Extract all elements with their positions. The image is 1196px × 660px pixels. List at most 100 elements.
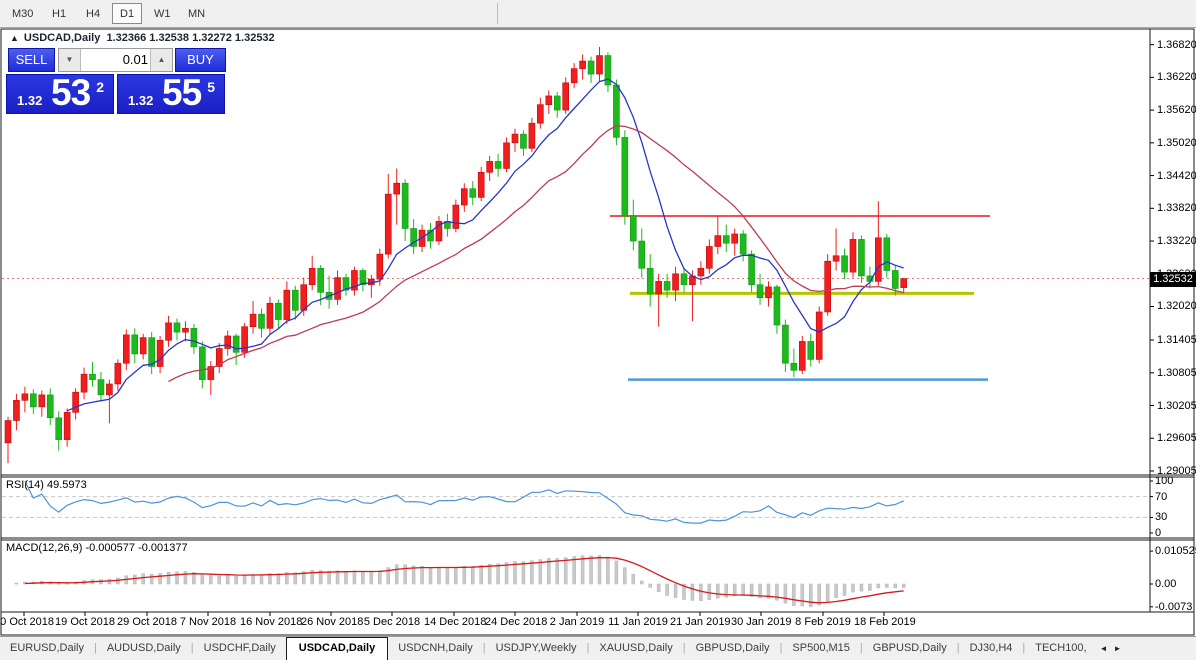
macd-histogram-bar	[842, 583, 847, 596]
date-axis-label: 14 Dec 2018	[424, 616, 487, 628]
candle-body	[663, 281, 671, 291]
macd-histogram-bar	[259, 574, 264, 585]
candle-body	[469, 188, 477, 198]
candle-body	[21, 393, 29, 401]
one-click-trade-panel: SELL ▼ 0.01 ▲ BUY 1.32 53 2 1.32 55 5	[6, 48, 228, 114]
price-axis-label: 1.33220	[1157, 235, 1196, 248]
trade-buttons-row: SELL ▼ 0.01 ▲ BUY	[6, 48, 228, 73]
macd-histogram-bar	[335, 570, 340, 585]
tab-eurusd-daily[interactable]: EURUSD,Daily	[0, 638, 94, 659]
candle-body	[790, 362, 798, 371]
sell-price-panel[interactable]: 1.32 53 2	[6, 72, 114, 114]
price-axis-label: 1.32020	[1157, 300, 1196, 313]
timeframe-button-h1[interactable]: H1	[44, 3, 74, 24]
tab-dj30-h4[interactable]: DJ30,H4	[960, 638, 1023, 659]
macd-histogram-bar	[234, 575, 238, 585]
candle-body	[30, 393, 37, 408]
tab-usdcnh-daily[interactable]: USDCNH,Daily	[388, 638, 483, 659]
volume-input[interactable]: 0.01	[83, 49, 148, 71]
candle-body	[596, 55, 603, 75]
candle-body	[190, 328, 198, 348]
candle-body	[477, 171, 485, 198]
candle-body	[520, 133, 527, 149]
tab-gbpusd-daily[interactable]: GBPUSD,Daily	[686, 638, 780, 659]
candle-body	[553, 95, 561, 111]
tab-scroll-left-icon[interactable]: ◄	[1097, 638, 1111, 659]
candle-body	[393, 182, 401, 195]
candle-body	[4, 420, 12, 444]
candle-body	[494, 161, 502, 169]
buy-price-panel[interactable]: 1.32 55 5	[117, 72, 225, 114]
candle-body	[46, 394, 54, 419]
macd-histogram-bar	[504, 562, 509, 585]
timeframe-button-w1[interactable]: W1	[146, 3, 179, 24]
rsi-line	[24, 480, 904, 524]
price-axis-label: 1.36820	[1157, 38, 1196, 51]
candle-body	[199, 346, 206, 380]
macd-histogram-bar	[166, 572, 171, 585]
candle-body	[114, 362, 122, 385]
candle-body	[613, 84, 620, 138]
macd-histogram-bar	[141, 573, 145, 585]
date-axis-label: 18 Feb 2019	[854, 616, 916, 628]
candle-body	[503, 142, 510, 169]
macd-histogram-bar	[851, 583, 855, 593]
macd-axis-label: 0.010525	[1155, 545, 1196, 558]
tab-usdcad-daily[interactable]: USDCAD,Daily	[285, 637, 389, 660]
buy-price-pip: 5	[207, 79, 215, 95]
candle-body	[765, 286, 772, 299]
volume-stepper[interactable]: ▼ 0.01 ▲	[58, 48, 173, 72]
date-axis-label: 30 Jan 2019	[731, 616, 792, 628]
chart-window: ▲ USDCAD,Daily 1.32366 1.32538 1.32272 1.…	[0, 28, 1196, 636]
timeframe-button-m30[interactable]: M30	[4, 3, 41, 24]
candle-body	[824, 260, 831, 313]
candle-body	[72, 391, 79, 413]
timeframe-button-d1[interactable]: D1	[112, 3, 143, 24]
candle-body	[841, 255, 848, 273]
sell-button[interactable]: SELL	[8, 48, 55, 72]
collapse-triangle-icon[interactable]: ▲	[10, 33, 19, 43]
timeframe-button-h4[interactable]: H4	[78, 3, 108, 24]
candle-body	[173, 322, 181, 333]
candle-body	[900, 278, 908, 288]
tab-xauusd-daily[interactable]: XAUUSD,Daily	[589, 638, 682, 659]
candle-body	[283, 289, 291, 320]
buy-price-prefix: 1.32	[128, 93, 154, 108]
volume-decrease-icon[interactable]: ▼	[59, 49, 81, 71]
macd-histogram-bar	[876, 583, 881, 589]
macd-histogram-bar	[403, 564, 407, 585]
macd-histogram-bar	[707, 583, 712, 600]
candle-body	[376, 253, 384, 280]
macd-histogram-bar	[834, 583, 838, 598]
candle-body	[511, 133, 519, 144]
macd-histogram-bar	[251, 574, 255, 585]
tab-usdjpy-weekly[interactable]: USDJPY,Weekly	[486, 638, 587, 659]
tab-usdchf-daily[interactable]: USDCHF,Daily	[194, 638, 286, 659]
candle-body	[300, 284, 308, 311]
toolbar-divider	[497, 3, 498, 24]
tab-scroll-right-icon[interactable]: ►	[1111, 638, 1125, 659]
buy-price-main: 55	[162, 72, 202, 113]
timeframe-button-mn[interactable]: MN	[180, 3, 213, 24]
date-axis-label: 5 Dec 2018	[363, 616, 421, 628]
macd-histogram-bar	[792, 583, 796, 606]
ma-slow-line	[168, 125, 904, 383]
candle-body	[706, 246, 713, 269]
candle-body	[579, 60, 586, 69]
candle-body	[739, 233, 747, 255]
volume-increase-icon[interactable]: ▲	[150, 49, 172, 71]
tab-gbpusd-daily[interactable]: GBPUSD,Daily	[863, 638, 957, 659]
candle-body	[621, 137, 629, 217]
current-price-tag: 1.32532	[1150, 271, 1196, 287]
macd-histogram-bar	[158, 573, 162, 585]
candle-body	[748, 253, 755, 285]
buy-button[interactable]: BUY	[175, 48, 226, 72]
tab-sp500-m15[interactable]: SP500,M15	[782, 638, 859, 659]
candle-body	[359, 270, 367, 285]
candle-body	[486, 161, 493, 173]
tab-tech100-[interactable]: TECH100,	[1025, 638, 1096, 659]
macd-histogram-bar	[580, 555, 585, 585]
tab-audusd-daily[interactable]: AUDUSD,Daily	[97, 638, 191, 659]
candle-body	[782, 324, 789, 364]
candle-body	[258, 313, 265, 329]
